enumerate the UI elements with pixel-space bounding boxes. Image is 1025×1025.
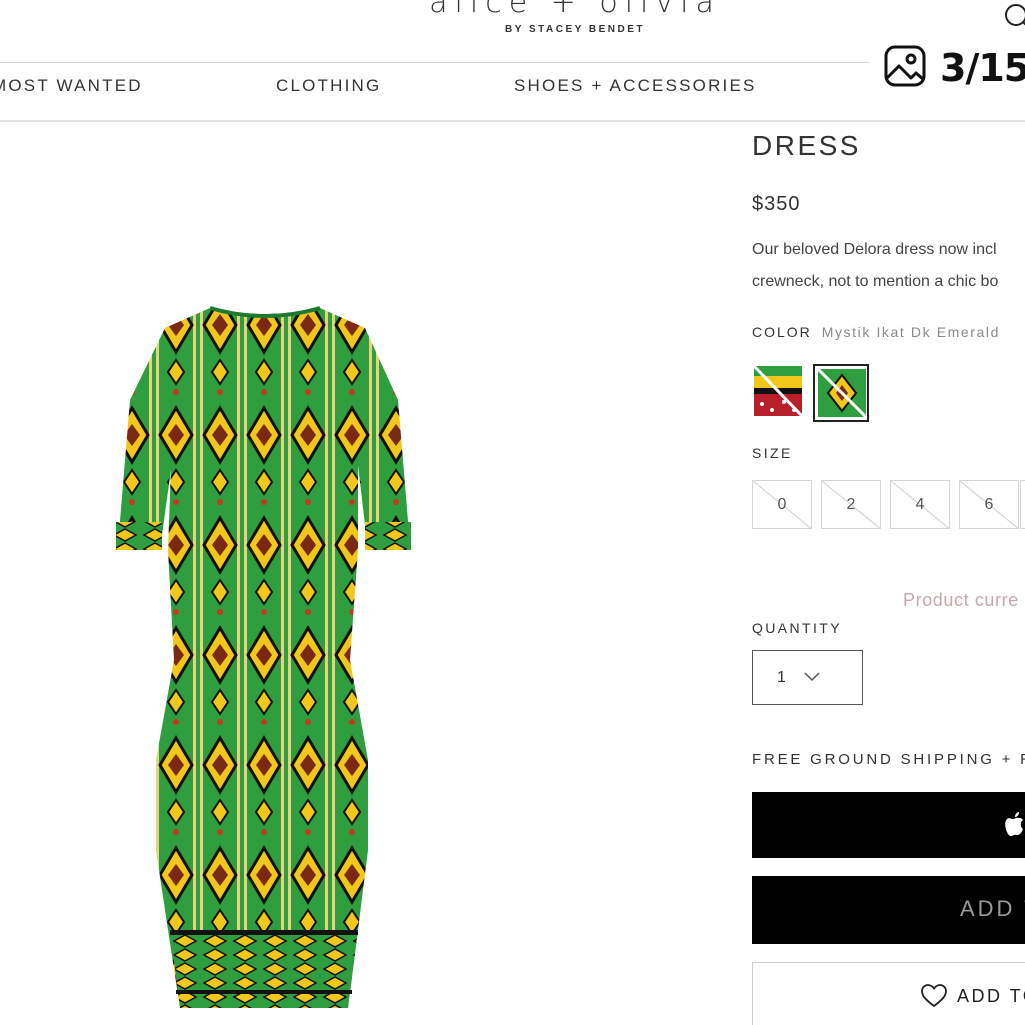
color-swatch-red[interactable] (752, 364, 804, 418)
color-swatch-emerald-selected[interactable] (813, 364, 869, 422)
shipping-notice: FREE GROUND SHIPPING + RET (752, 751, 1025, 768)
size-label: SIZE (752, 445, 793, 461)
color-label: COLOR (752, 324, 812, 340)
color-value: Mystik Ikat Dk Emerald (821, 324, 1001, 340)
apple-pay-button[interactable] (752, 792, 1025, 858)
apple-icon (1004, 812, 1025, 843)
quantity-select[interactable]: 1 (752, 650, 863, 705)
quantity-value: 1 (777, 668, 786, 686)
nav-item-clothing[interactable]: CLOTHING (276, 76, 381, 96)
size-option-label: 0 (777, 495, 787, 513)
product-image[interactable] (110, 290, 420, 1015)
product-description: Our beloved Delora dress now incl crewne… (752, 234, 1025, 298)
product-availability-status: Product curre (903, 590, 1019, 610)
wishlist-label: ADD TO (957, 986, 1025, 1006)
nav-item-most-wanted[interactable]: MOST WANTED (0, 76, 143, 96)
product-details-panel: DRESS $350 Our beloved Delora dress now … (752, 0, 1025, 1025)
size-option-6[interactable]: 6 (959, 480, 1019, 529)
description-line-2: crewneck, not to mention a chic bo (752, 273, 999, 290)
chevron-down-icon (804, 669, 820, 687)
nav-item-shoes-accessories[interactable]: SHOES + ACCESSORIES (514, 76, 757, 96)
add-to-cart-button[interactable]: ADD T (752, 876, 1025, 944)
heart-icon (921, 984, 947, 1013)
size-option-label: 2 (846, 495, 856, 513)
quantity-label: QUANTITY (752, 620, 842, 636)
color-selector-label: COLOR Mystik Ikat Dk Emerald (752, 324, 1000, 340)
add-to-wishlist-button[interactable]: ADD TO (752, 962, 1025, 1025)
add-to-cart-label: ADD T (960, 896, 1025, 921)
product-price: $350 (752, 193, 801, 215)
size-option-partial[interactable] (1020, 480, 1025, 529)
size-option-label: 4 (915, 495, 925, 513)
header-divider (0, 62, 870, 63)
description-line-1: Our beloved Delora dress now incl (752, 241, 997, 258)
size-option-label: 6 (984, 495, 994, 513)
size-option-4[interactable]: 4 (890, 480, 950, 529)
size-option-0[interactable]: 0 (752, 480, 812, 529)
size-option-2[interactable]: 2 (821, 480, 881, 529)
product-title: DRESS (752, 130, 861, 161)
